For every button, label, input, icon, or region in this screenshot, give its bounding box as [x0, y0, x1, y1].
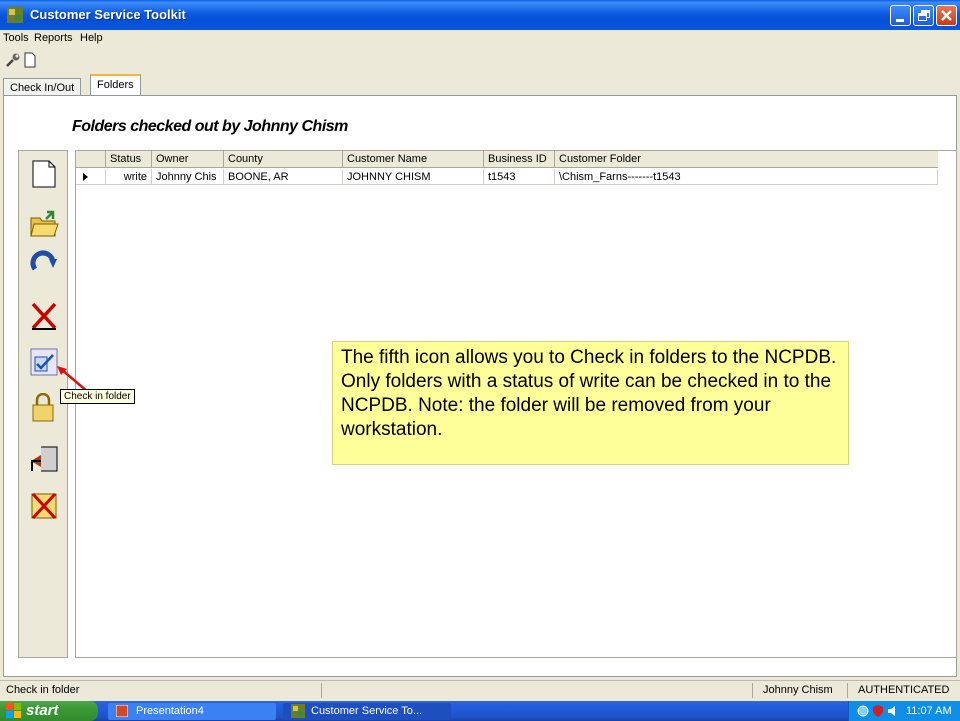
- tab-label: Folders: [97, 79, 134, 91]
- tab-folders[interactable]: Folders: [90, 74, 141, 96]
- volume-icon[interactable]: [887, 705, 899, 717]
- tab-label: Check In/Out: [10, 82, 75, 94]
- status-divider: [321, 683, 322, 698]
- cell-status: write: [106, 169, 152, 185]
- window-title: Customer Service Toolkit: [30, 7, 186, 22]
- folder-actions-toolbar: [18, 150, 68, 658]
- delete-icon[interactable]: [29, 301, 59, 331]
- column-business-id[interactable]: Business ID: [484, 151, 555, 168]
- system-tray: 11:07 AM: [848, 701, 960, 721]
- table-row[interactable]: write Johnny Chis BOONE, AR JOHNNY CHISM…: [76, 169, 938, 185]
- cell-business-id: t1543: [484, 169, 555, 185]
- wrench-icon[interactable]: [5, 52, 21, 68]
- app-icon: [291, 704, 305, 718]
- cell-owner: Johnny Chis: [152, 169, 224, 185]
- move-folder-icon[interactable]: [29, 443, 59, 473]
- cell-county: BOONE, AR: [224, 169, 343, 185]
- taskbar: start Presentation4 Customer Service To.…: [0, 701, 960, 721]
- column-customer-name[interactable]: Customer Name: [343, 151, 484, 168]
- clock[interactable]: 11:07 AM: [906, 705, 952, 717]
- taskbar-item-label: Presentation4: [136, 705, 204, 717]
- taskbar-item-toolkit[interactable]: Customer Service To...: [283, 703, 451, 720]
- new-document-icon[interactable]: [24, 52, 36, 68]
- refresh-icon[interactable]: [29, 249, 59, 279]
- column-status[interactable]: Status: [106, 151, 152, 168]
- lock-folder-icon[interactable]: [29, 393, 59, 423]
- menu-tools[interactable]: Tools: [3, 32, 29, 44]
- network-icon[interactable]: [857, 705, 869, 717]
- status-bar: Check in folder Johnny Chism AUTHENTICAT…: [0, 680, 960, 700]
- powerpoint-icon: [116, 705, 128, 717]
- taskbar-item-presentation[interactable]: Presentation4: [108, 703, 276, 720]
- tab-check-in-out[interactable]: Check In/Out: [3, 78, 82, 96]
- status-divider: [752, 683, 753, 698]
- callout-annotation: The fifth icon allows you to Check in fo…: [332, 341, 849, 465]
- restore-button[interactable]: [913, 5, 934, 26]
- tab-bar: Check In/Out Folders: [0, 74, 960, 96]
- row-selected-icon: [83, 173, 88, 181]
- column-county[interactable]: County: [224, 151, 343, 168]
- row-pointer: [76, 169, 106, 185]
- column-owner[interactable]: Owner: [152, 151, 224, 168]
- shield-icon[interactable]: [873, 705, 883, 717]
- row-selector-header: [76, 151, 106, 168]
- menu-help[interactable]: Help: [80, 32, 103, 44]
- application-window: Customer Service Toolkit Tools Reports H…: [0, 0, 960, 721]
- menu-reports[interactable]: Reports: [34, 32, 73, 44]
- app-icon: [7, 7, 23, 23]
- start-button[interactable]: start: [0, 701, 98, 721]
- windows-logo-icon: [6, 703, 21, 718]
- close-button[interactable]: [936, 5, 957, 26]
- status-divider: [847, 683, 848, 698]
- toolbar: [0, 48, 960, 68]
- remove-folder-icon[interactable]: [29, 491, 59, 521]
- menu-bar: Tools Reports Help: [0, 30, 960, 46]
- table-header: Status Owner County Customer Name Busine…: [76, 151, 938, 168]
- open-folder-icon[interactable]: [29, 209, 59, 239]
- status-user: Johnny Chism: [763, 684, 833, 696]
- status-message: Check in folder: [6, 684, 80, 696]
- title-bar[interactable]: Customer Service Toolkit: [0, 0, 960, 30]
- page-heading: Folders checked out by Johnny Chism: [72, 118, 348, 135]
- new-folder-icon[interactable]: [29, 159, 59, 189]
- status-auth: AUTHENTICATED: [858, 684, 950, 696]
- taskbar-item-label: Customer Service To...: [311, 705, 423, 717]
- cell-customer-name: JOHNNY CHISM: [343, 169, 484, 185]
- column-customer-folder[interactable]: Customer Folder: [555, 151, 938, 168]
- close-icon: [941, 10, 952, 21]
- tooltip: Check in folder: [60, 389, 135, 404]
- cell-customer-folder: \Chism_Farns-------t1543: [555, 169, 938, 185]
- start-label: start: [26, 702, 59, 719]
- minimize-button[interactable]: [890, 5, 911, 26]
